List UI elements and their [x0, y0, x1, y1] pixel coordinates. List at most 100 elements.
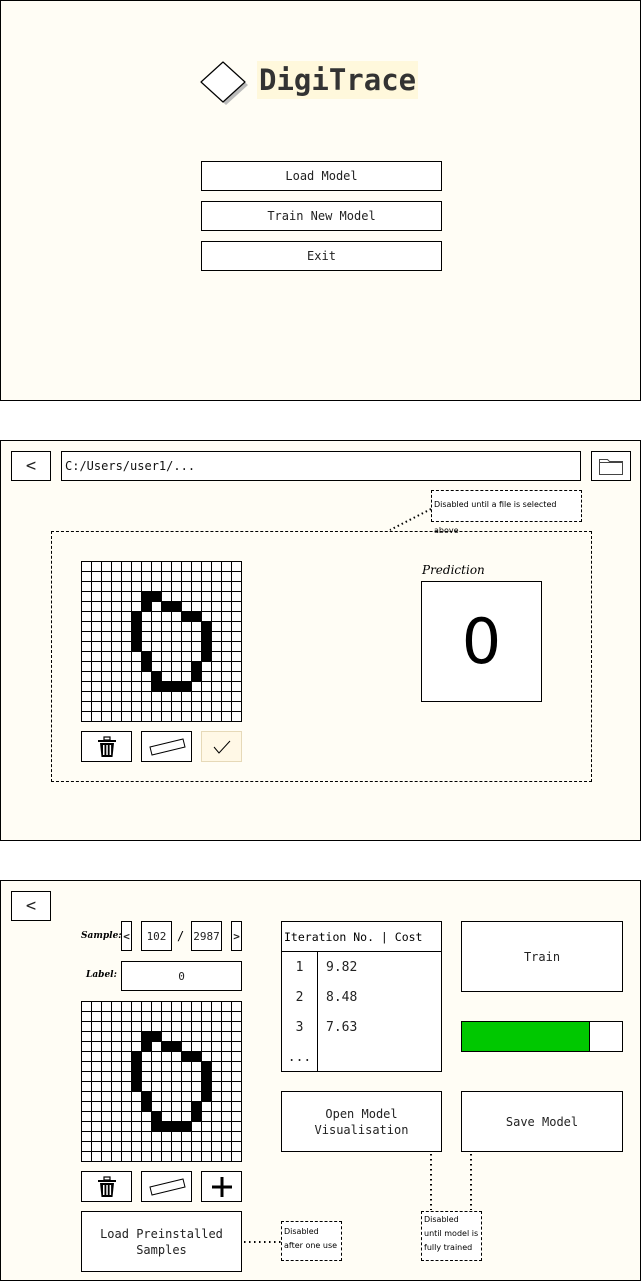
- grid-cell[interactable]: [221, 1151, 232, 1162]
- grid-cell[interactable]: [101, 1051, 112, 1062]
- grid-cell[interactable]: [161, 581, 172, 592]
- grid-cell[interactable]: [111, 1151, 122, 1162]
- grid-cell[interactable]: [231, 621, 242, 632]
- grid-cell[interactable]: [111, 1071, 122, 1082]
- grid-cell[interactable]: [231, 1011, 242, 1022]
- grid-cell[interactable]: [131, 571, 142, 582]
- grid-cell[interactable]: [231, 611, 242, 622]
- grid-cell[interactable]: [141, 581, 152, 592]
- grid-cell[interactable]: [91, 1021, 102, 1032]
- grid-cell[interactable]: [181, 1091, 192, 1102]
- grid-cell[interactable]: [221, 1051, 232, 1062]
- grid-cell[interactable]: [191, 611, 202, 622]
- grid-cell[interactable]: [181, 1151, 192, 1162]
- grid-cell[interactable]: [141, 1001, 152, 1012]
- grid-cell[interactable]: [181, 1011, 192, 1022]
- grid-cell[interactable]: [101, 651, 112, 662]
- grid-cell[interactable]: [141, 1121, 152, 1132]
- grid-cell[interactable]: [151, 691, 162, 702]
- grid-cell[interactable]: [121, 1101, 132, 1112]
- grid-cell[interactable]: [81, 591, 92, 602]
- grid-cell[interactable]: [91, 1031, 102, 1042]
- eraser-button[interactable]: [141, 1171, 192, 1202]
- grid-cell[interactable]: [201, 701, 212, 712]
- grid-cell[interactable]: [161, 1111, 172, 1122]
- grid-cell[interactable]: [91, 631, 102, 642]
- grid-cell[interactable]: [231, 581, 242, 592]
- grid-cell[interactable]: [201, 1151, 212, 1162]
- grid-cell[interactable]: [121, 571, 132, 582]
- grid-cell[interactable]: [201, 671, 212, 682]
- grid-cell[interactable]: [81, 621, 92, 632]
- grid-cell[interactable]: [81, 1101, 92, 1112]
- grid-cell[interactable]: [121, 671, 132, 682]
- grid-cell[interactable]: [91, 1131, 102, 1142]
- grid-cell[interactable]: [101, 1121, 112, 1132]
- grid-cell[interactable]: [81, 1071, 92, 1082]
- grid-cell[interactable]: [191, 1011, 202, 1022]
- grid-cell[interactable]: [181, 1021, 192, 1032]
- grid-cell[interactable]: [221, 691, 232, 702]
- grid-cell[interactable]: [131, 1121, 142, 1132]
- grid-cell[interactable]: [191, 1101, 202, 1112]
- load-preinstalled-samples-button[interactable]: Load Preinstalled Samples: [81, 1211, 242, 1272]
- grid-cell[interactable]: [171, 1141, 182, 1152]
- grid-cell[interactable]: [171, 1131, 182, 1142]
- grid-cell[interactable]: [221, 581, 232, 592]
- grid-cell[interactable]: [131, 631, 142, 642]
- grid-cell[interactable]: [161, 661, 172, 672]
- grid-cell[interactable]: [221, 1121, 232, 1132]
- grid-cell[interactable]: [191, 1131, 202, 1142]
- grid-cell[interactable]: [161, 671, 172, 682]
- grid-cell[interactable]: [161, 611, 172, 622]
- grid-cell[interactable]: [181, 1121, 192, 1132]
- grid-cell[interactable]: [221, 671, 232, 682]
- grid-cell[interactable]: [101, 621, 112, 632]
- grid-cell[interactable]: [201, 561, 212, 572]
- grid-cell[interactable]: [101, 701, 112, 712]
- grid-cell[interactable]: [91, 591, 102, 602]
- grid-cell[interactable]: [131, 1061, 142, 1072]
- grid-cell[interactable]: [131, 1111, 142, 1122]
- grid-cell[interactable]: [141, 611, 152, 622]
- grid-cell[interactable]: [131, 1141, 142, 1152]
- grid-cell[interactable]: [231, 1131, 242, 1142]
- grid-cell[interactable]: [221, 681, 232, 692]
- grid-cell[interactable]: [111, 601, 122, 612]
- grid-cell[interactable]: [101, 691, 112, 702]
- grid-cell[interactable]: [211, 681, 222, 692]
- grid-cell[interactable]: [151, 581, 162, 592]
- grid-cell[interactable]: [91, 561, 102, 572]
- grid-cell[interactable]: [221, 711, 232, 722]
- grid-cell[interactable]: [91, 661, 102, 672]
- grid-cell[interactable]: [171, 661, 182, 672]
- grid-cell[interactable]: [211, 651, 222, 662]
- grid-cell[interactable]: [81, 641, 92, 652]
- grid-cell[interactable]: [211, 591, 222, 602]
- grid-cell[interactable]: [91, 671, 102, 682]
- train-new-model-button[interactable]: Train New Model: [201, 201, 442, 231]
- grid-cell[interactable]: [201, 591, 212, 602]
- grid-cell[interactable]: [211, 1051, 222, 1062]
- grid-cell[interactable]: [111, 641, 122, 652]
- grid-cell[interactable]: [121, 651, 132, 662]
- grid-cell[interactable]: [111, 1021, 122, 1032]
- grid-cell[interactable]: [191, 1111, 202, 1122]
- grid-cell[interactable]: [181, 591, 192, 602]
- grid-cell[interactable]: [191, 1081, 202, 1092]
- grid-cell[interactable]: [231, 1041, 242, 1052]
- grid-cell[interactable]: [81, 1061, 92, 1072]
- grid-cell[interactable]: [131, 1081, 142, 1092]
- grid-cell[interactable]: [141, 671, 152, 682]
- grid-cell[interactable]: [171, 1021, 182, 1032]
- grid-cell[interactable]: [181, 661, 192, 672]
- grid-cell[interactable]: [81, 571, 92, 582]
- browse-folder-button[interactable]: [591, 451, 631, 481]
- add-sample-button[interactable]: [201, 1171, 242, 1202]
- grid-cell[interactable]: [131, 711, 142, 722]
- save-model-button[interactable]: Save Model: [461, 1091, 623, 1152]
- grid-cell[interactable]: [171, 691, 182, 702]
- grid-cell[interactable]: [201, 641, 212, 652]
- grid-cell[interactable]: [171, 1091, 182, 1102]
- grid-cell[interactable]: [121, 1071, 132, 1082]
